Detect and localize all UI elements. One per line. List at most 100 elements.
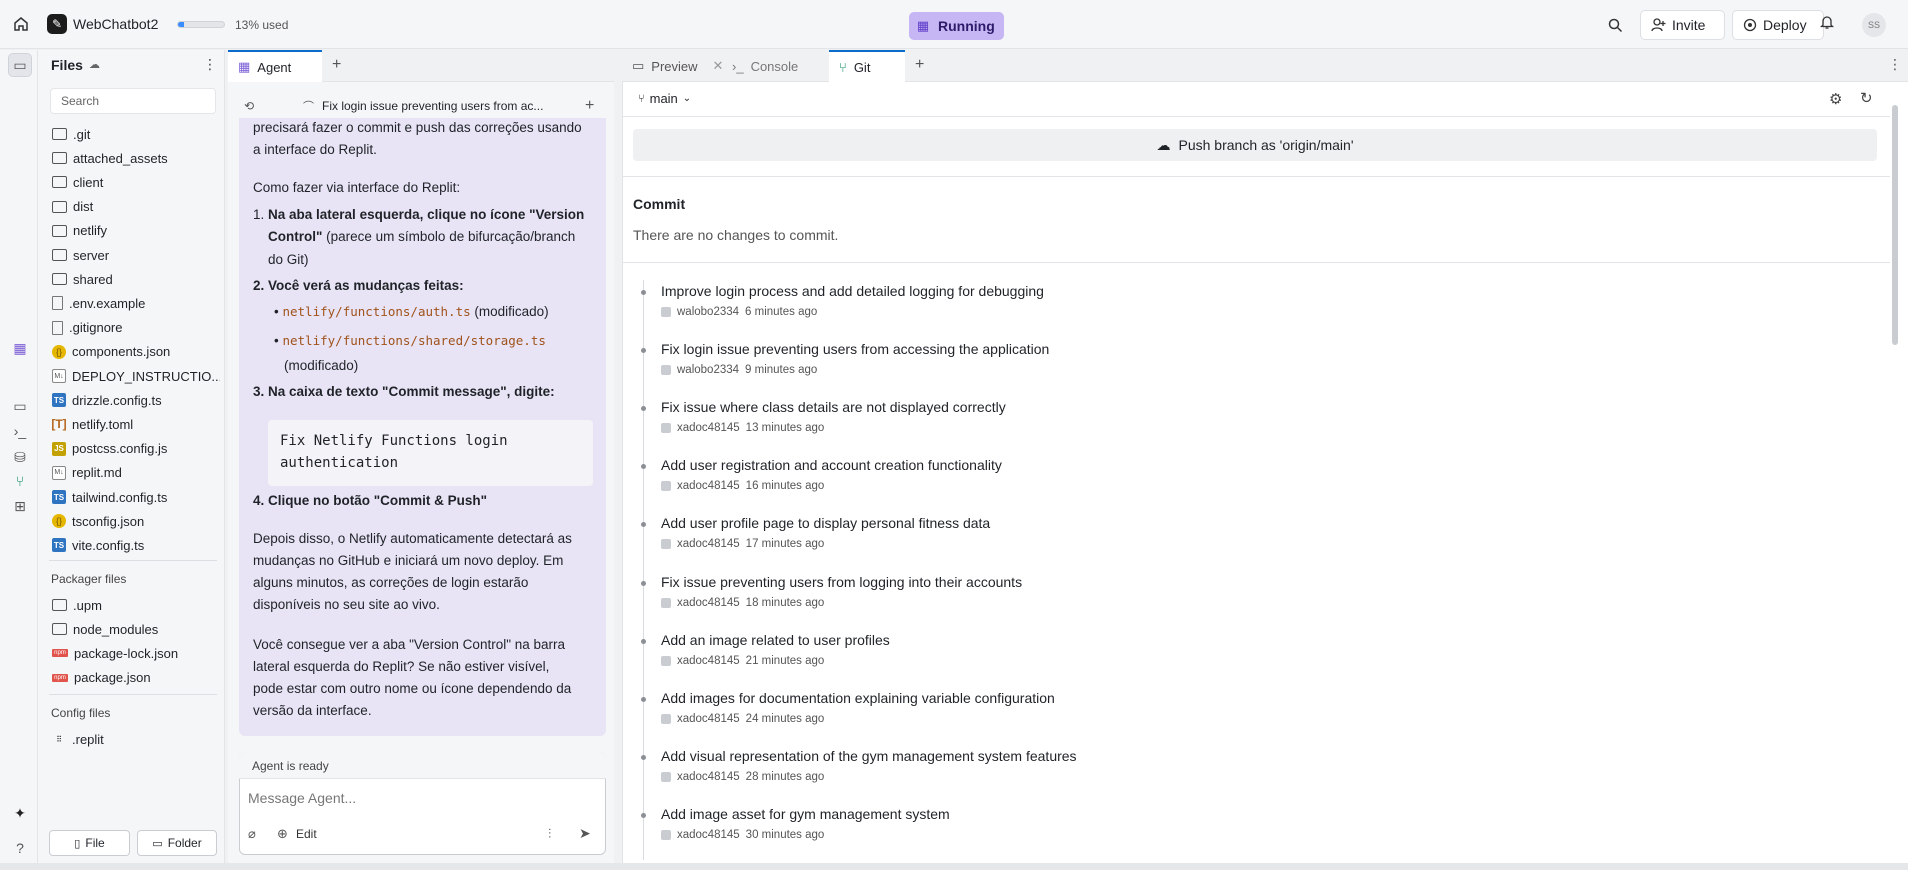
- home-icon[interactable]: [10, 13, 32, 35]
- file-tree-item[interactable]: client: [52, 171, 220, 193]
- edit-mode-icon[interactable]: ⊕: [277, 826, 288, 842]
- files-search-input[interactable]: Search: [50, 88, 216, 114]
- panel-menu-icon[interactable]: ⋮: [1888, 56, 1902, 73]
- bell-icon[interactable]: [1820, 14, 1834, 29]
- new-file-button[interactable]: ▯ File: [49, 830, 130, 856]
- toml-file-icon: [T]: [52, 417, 67, 432]
- file-tree-item[interactable]: M↓ replit.md: [52, 462, 220, 484]
- scrollbar[interactable]: [1892, 105, 1898, 345]
- all-tools-icon[interactable]: ⊞: [9, 495, 31, 517]
- file-tree-item[interactable]: TS tailwind.config.ts: [52, 486, 220, 508]
- file-tree-item[interactable]: npm package.json: [52, 667, 220, 689]
- config-files-title: Config files: [51, 706, 111, 720]
- file-tree-item[interactable]: npm package-lock.json: [52, 642, 220, 664]
- file-tree-item[interactable]: TS vite.config.ts: [52, 534, 220, 556]
- file-tree-item[interactable]: netlify: [52, 220, 220, 242]
- author-avatar: [661, 829, 671, 840]
- app-name[interactable]: WebChatbot2: [73, 16, 158, 32]
- files-menu-icon[interactable]: ⋮: [203, 56, 217, 73]
- files-panel-icon[interactable]: ▭: [8, 53, 32, 77]
- commit-row[interactable]: Add visual representation of the gym man…: [641, 747, 1843, 805]
- typescript-file-icon: TS: [52, 393, 66, 408]
- run-status-button[interactable]: ▦ Running: [909, 12, 1004, 40]
- commit-author: xadoc48145: [677, 480, 740, 493]
- tab-git[interactable]: ⑂ Git: [829, 50, 905, 82]
- commit-author: xadoc48145: [677, 828, 740, 841]
- invite-button[interactable]: Invite: [1640, 10, 1725, 40]
- branch-name: main: [649, 91, 678, 106]
- file-tree-item[interactable]: .env.example: [52, 292, 220, 314]
- tab-preview[interactable]: ▭ Preview ✕: [622, 50, 723, 82]
- thread-icon: ⌒: [303, 101, 314, 113]
- commit-row[interactable]: Add image asset for gym management syste…: [641, 805, 1843, 863]
- settings-sliders-icon[interactable]: ⫶: [548, 826, 551, 842]
- message-input[interactable]: Message Agent...: [248, 790, 588, 806]
- new-thread-icon[interactable]: +: [585, 97, 594, 115]
- file-tree-item[interactable]: {} tsconfig.json: [52, 510, 220, 532]
- commit-title: Add an image related to user profiles: [661, 631, 890, 648]
- author-avatar: [661, 365, 671, 376]
- app-logo-icon[interactable]: ✎: [47, 14, 67, 34]
- commit-row[interactable]: Fix login issue preventing users from ac…: [641, 340, 1843, 398]
- file-icon: ▯: [74, 837, 81, 850]
- agent-rail-icon[interactable]: ▦: [9, 337, 31, 359]
- history-icon[interactable]: ⟲: [244, 99, 254, 113]
- add-tab-icon[interactable]: +: [332, 56, 341, 74]
- commit-time: 17 minutes ago: [745, 538, 825, 551]
- refresh-icon[interactable]: ↻: [1860, 89, 1873, 107]
- push-branch-button[interactable]: ☁ Push branch as 'origin/main': [633, 129, 1877, 161]
- help-icon[interactable]: ?: [9, 837, 31, 859]
- file-tree-item[interactable]: [T] netlify.toml: [52, 413, 220, 435]
- new-folder-button[interactable]: ▭ Folder: [137, 830, 217, 856]
- file-tree-item[interactable]: JS postcss.config.js: [52, 438, 220, 460]
- deploy-icon: [1743, 18, 1757, 32]
- tab-console[interactable]: ›_ Console: [722, 50, 828, 82]
- file-tree-label: replit.md: [72, 465, 122, 481]
- branch-selector[interactable]: ⑂ main ⌄: [638, 91, 691, 106]
- file-tree-label: package.json: [74, 670, 151, 686]
- file-tree-item[interactable]: ⠿ .replit: [52, 728, 220, 750]
- file-tree-item[interactable]: .git: [52, 123, 220, 145]
- file-tree-item[interactable]: dist: [52, 196, 220, 218]
- preview-rail-icon[interactable]: ▭: [9, 395, 31, 417]
- commit-row[interactable]: Fix issue where class details are not di…: [641, 398, 1843, 456]
- file-tree-label: netlify: [73, 223, 107, 239]
- deploy-button[interactable]: Deploy: [1732, 10, 1824, 40]
- git-rail-icon[interactable]: ⑂: [9, 470, 31, 492]
- commit-row[interactable]: Add an image related to user profiles xad…: [641, 631, 1843, 689]
- ai-sparkle-icon[interactable]: ✦: [9, 802, 31, 824]
- agent-thread-header: ⟲ ⌒ Fix login issue preventing users fro…: [238, 94, 606, 118]
- commit-row[interactable]: Add user registration and account creati…: [641, 456, 1843, 514]
- search-icon[interactable]: [1605, 15, 1625, 35]
- file-tree-item[interactable]: .upm: [52, 594, 220, 616]
- avatar[interactable]: SS: [1862, 13, 1886, 37]
- database-icon[interactable]: ⛁: [9, 446, 31, 468]
- commit-dot: [641, 580, 646, 586]
- send-icon[interactable]: ➤: [579, 825, 591, 842]
- file-tree-item[interactable]: .gitignore: [52, 317, 220, 339]
- file-tree-label: .git: [73, 126, 91, 142]
- add-tab-icon[interactable]: +: [915, 56, 924, 74]
- tab-agent[interactable]: ▦ Agent: [228, 50, 322, 82]
- console-rail-icon[interactable]: ›_: [9, 420, 31, 442]
- file-tree-item[interactable]: attached_assets: [52, 147, 220, 169]
- thread-title[interactable]: Fix login issue preventing users from ac…: [322, 99, 582, 113]
- attach-icon[interactable]: ⌀: [248, 826, 256, 842]
- file-tree-item[interactable]: {} components.json: [52, 341, 220, 363]
- commit-row[interactable]: Add images for documentation explaining …: [641, 689, 1843, 747]
- commit-row[interactable]: Fix issue preventing users from logging …: [641, 573, 1843, 631]
- commit-meta: walobo2334 9 minutes ago: [661, 364, 817, 376]
- commit-row[interactable]: Improve login process and add detailed l…: [641, 282, 1843, 340]
- file-tree-item[interactable]: TS drizzle.config.ts: [52, 389, 220, 411]
- file-tree-item[interactable]: shared: [52, 268, 220, 290]
- author-avatar: [661, 597, 671, 608]
- file-tree-item[interactable]: node_modules: [52, 618, 220, 640]
- file-path: netlify/functions/auth.ts: [282, 304, 471, 319]
- file-tree-item[interactable]: server: [52, 244, 220, 266]
- commit-dot: [641, 406, 646, 412]
- commit-row[interactable]: Add user profile page to display persona…: [641, 514, 1843, 572]
- edit-mode-label[interactable]: Edit: [296, 827, 317, 841]
- file-tree-label: dist: [73, 199, 94, 215]
- file-tree-item[interactable]: M↓ DEPLOY_INSTRUCTIO...: [52, 365, 220, 387]
- gear-icon[interactable]: ⚙: [1829, 90, 1842, 108]
